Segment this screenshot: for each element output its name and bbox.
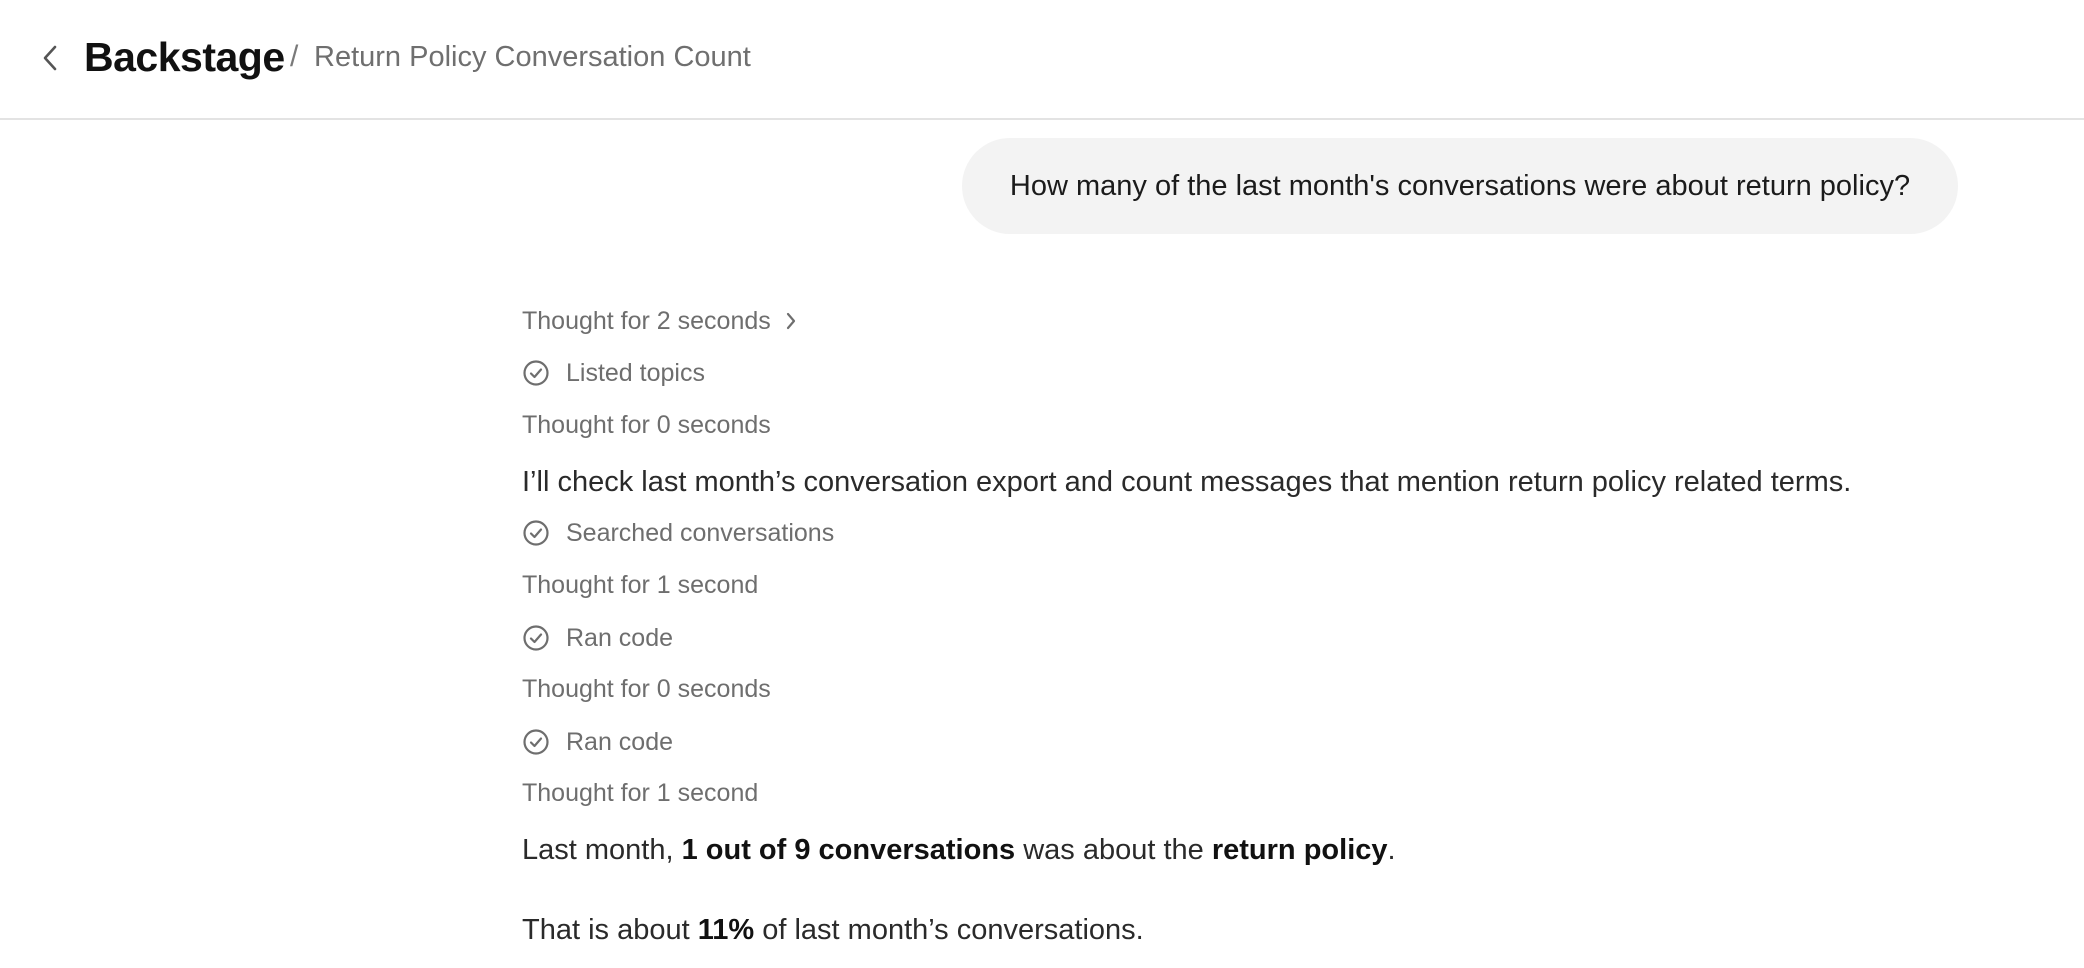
thought-label: Thought for 1 second [522,571,759,599]
share-highlight-percent: 11% [697,914,755,946]
chevron-right-icon[interactable] [785,311,797,331]
user-message-bubble: How many of the last month's conversatio… [962,138,1958,234]
thought-label: Thought for 0 seconds [522,411,771,439]
assistant-plan-text: I’ll check last month’s conversation exp… [522,466,1852,498]
tool-step-ran-code[interactable]: Ran code [522,725,673,759]
tool-step-searched-conversations[interactable]: Searched conversations [522,516,834,550]
top-bar: Backstage / Return Policy Conversation C… [0,0,2084,120]
share-text: of last month’s conversations. [754,914,1144,946]
thought-step[interactable]: Thought for 0 seconds [522,408,771,442]
app-brand[interactable]: Backstage [84,30,285,84]
back-button[interactable] [36,38,64,78]
share-text: That is about [522,914,698,946]
tool-step-listed-topics[interactable]: Listed topics [522,356,705,390]
answer-text: was about the [1015,834,1212,866]
check-circle-icon [522,728,550,756]
thought-step[interactable]: Thought for 2 seconds [522,304,797,338]
answer-highlight-count: 1 out of 9 conversations [681,834,1016,866]
answer-highlight-topic: return policy [1211,834,1388,866]
thought-step[interactable]: Thought for 0 seconds [522,672,771,706]
chevron-left-icon [43,45,57,71]
check-circle-icon [522,624,550,652]
thought-step[interactable]: Thought for 1 second [522,568,758,602]
tool-label: Ran code [566,728,674,756]
assistant-share: That is about 11% of last month’s conver… [522,911,1144,949]
tool-label: Listed topics [566,359,705,387]
thought-label: Thought for 0 seconds [522,675,771,703]
answer-text: . [1387,834,1396,866]
answer-text: Last month, [522,834,682,866]
tool-label: Ran code [566,624,674,652]
breadcrumb-separator: / [290,40,299,73]
assistant-answer: Last month, 1 out of 9 conversations was… [522,831,1396,869]
thought-label: Thought for 2 seconds [522,307,771,335]
thought-step[interactable]: Thought for 1 second [522,776,758,810]
tool-step-ran-code[interactable]: Ran code [522,621,673,655]
user-message-text: How many of the last month's conversatio… [1009,169,1911,202]
tool-label: Searched conversations [566,519,835,547]
check-circle-icon [522,359,550,387]
page-title: Return Policy Conversation Count [314,41,751,73]
thought-label: Thought for 1 second [522,779,759,807]
check-circle-icon [522,519,550,547]
